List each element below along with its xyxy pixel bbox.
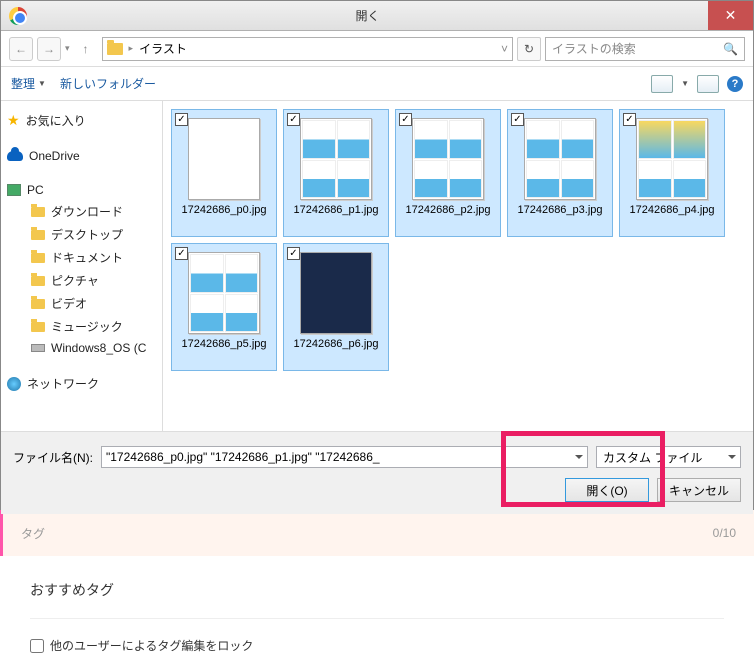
file-name: 17242686_p2.jpg	[405, 204, 490, 217]
file-name: 17242686_p4.jpg	[629, 204, 714, 217]
underlying-page: タグ 0/10 おすすめタグ 他のユーザーによるタグ編集をロック	[0, 510, 754, 670]
toolbar: 整理 ▼ 新しいフォルダー ▼ ?	[1, 67, 753, 101]
thumbnail	[636, 118, 708, 200]
sidebar-favorites[interactable]: ★ お気に入り	[5, 109, 158, 132]
search-box[interactable]: イラストの検索 🔍	[545, 37, 745, 61]
file-item[interactable]: ✓ 17242686_p6.jpg	[283, 243, 389, 371]
open-button[interactable]: 開く(O)	[565, 478, 649, 502]
thumbnail	[188, 252, 260, 334]
sidebar-onedrive[interactable]: OneDrive	[5, 146, 158, 166]
lock-tags-checkbox[interactable]: 他のユーザーによるタグ編集をロック	[30, 637, 724, 654]
new-folder-button[interactable]: 新しいフォルダー	[60, 75, 156, 92]
up-button[interactable]: ↑	[74, 37, 98, 61]
sidebar-item-desktop[interactable]: デスクトップ	[5, 223, 158, 246]
thumbnail	[188, 118, 260, 200]
file-grid[interactable]: ↖ ✓17242686_p0.jpg✓17242686_p1.jpg✓17242…	[163, 101, 753, 431]
refresh-button[interactable]: ↻	[517, 37, 541, 61]
sidebar-item-videos[interactable]: ビデオ	[5, 292, 158, 315]
preview-pane-button[interactable]	[697, 75, 719, 93]
search-placeholder: イラストの検索	[552, 40, 636, 57]
drive-icon	[31, 344, 45, 352]
titlebar: 開く ✕	[1, 1, 753, 31]
folder-icon	[31, 322, 45, 332]
tags-count: 0/10	[713, 526, 736, 540]
bottom-panel: ファイル名(N): カスタム ファイル 開く(O) キャンセル	[1, 431, 753, 514]
folder-icon	[107, 43, 123, 55]
filename-input[interactable]	[101, 446, 588, 468]
chrome-icon	[9, 7, 27, 25]
recent-dropdown-icon[interactable]: ▾	[65, 43, 70, 54]
path-dropdown-icon[interactable]: ˅	[501, 42, 508, 56]
pc-icon	[7, 184, 21, 196]
tags-bar: タグ 0/10	[0, 510, 754, 556]
thumbnail	[300, 118, 372, 200]
file-item[interactable]: ✓ 17242686_p4.jpg	[619, 109, 725, 237]
file-checkbox[interactable]: ✓	[175, 247, 188, 260]
file-checkbox[interactable]: ✓	[175, 113, 188, 126]
thumbnail	[300, 252, 372, 334]
file-name: 17242686_p3.jpg	[517, 204, 602, 217]
file-name: 17242686_p5.jpg	[181, 338, 266, 351]
folder-icon	[31, 253, 45, 263]
file-name: 17242686_p0.jpg	[181, 204, 266, 217]
sidebar-item-documents[interactable]: ドキュメント	[5, 246, 158, 269]
cancel-button[interactable]: キャンセル	[657, 478, 741, 502]
sidebar-item-drive-c[interactable]: Windows8_OS (C	[5, 338, 158, 358]
file-checkbox[interactable]: ✓	[287, 247, 300, 260]
file-item[interactable]: ✓ 17242686_p0.jpg	[171, 109, 277, 237]
sidebar: ★ お気に入り OneDrive PC ダウンロード デスクトップ ドキュメント…	[1, 101, 163, 431]
file-item[interactable]: ✓ 17242686_p2.jpg	[395, 109, 501, 237]
folder-icon	[31, 276, 45, 286]
forward-button[interactable]: →	[37, 37, 61, 61]
organize-button[interactable]: 整理 ▼	[11, 75, 46, 92]
file-name: 17242686_p6.jpg	[293, 338, 378, 351]
file-item[interactable]: ✓ 17242686_p1.jpg	[283, 109, 389, 237]
file-checkbox[interactable]: ✓	[511, 113, 524, 126]
sidebar-item-music[interactable]: ミュージック	[5, 315, 158, 338]
tags-label: タグ	[21, 525, 45, 542]
view-options-button[interactable]	[651, 75, 673, 93]
star-icon: ★	[7, 112, 20, 129]
path-folder: イラスト	[139, 40, 187, 57]
chevron-right-icon: ▸	[129, 43, 134, 54]
path-box[interactable]: ▸ イラスト ˅	[102, 37, 513, 61]
sidebar-pc[interactable]: PC	[5, 180, 158, 200]
sidebar-item-pictures[interactable]: ピクチャ	[5, 269, 158, 292]
chevron-down-icon: ▼	[38, 79, 46, 88]
chevron-down-icon[interactable]: ▼	[681, 79, 689, 88]
sidebar-network[interactable]: ネットワーク	[5, 372, 158, 395]
file-name: 17242686_p1.jpg	[293, 204, 378, 217]
help-icon[interactable]: ?	[727, 76, 743, 92]
folder-icon	[31, 299, 45, 309]
sidebar-item-downloads[interactable]: ダウンロード	[5, 200, 158, 223]
back-button[interactable]: ←	[9, 37, 33, 61]
nav-row: ← → ▾ ↑ ▸ イラスト ˅ ↻ イラストの検索 🔍	[1, 31, 753, 67]
recommend-tags-heading: おすすめタグ	[30, 570, 724, 606]
filetype-select[interactable]: カスタム ファイル	[596, 446, 741, 468]
file-checkbox[interactable]: ✓	[399, 113, 412, 126]
cloud-icon	[7, 151, 23, 161]
file-checkbox[interactable]: ✓	[287, 113, 300, 126]
file-open-dialog: 開く ✕ ← → ▾ ↑ ▸ イラスト ˅ ↻ イラストの検索 🔍 整理 ▼ 新…	[0, 0, 754, 510]
filename-label: ファイル名(N):	[13, 449, 93, 466]
close-button[interactable]: ✕	[708, 1, 753, 30]
file-item[interactable]: ✓ 17242686_p5.jpg	[171, 243, 277, 371]
search-icon: 🔍	[723, 42, 738, 56]
network-icon	[7, 377, 21, 391]
dialog-title: 開く	[27, 7, 708, 24]
thumbnail	[524, 118, 596, 200]
lock-checkbox-input[interactable]	[30, 639, 44, 653]
file-checkbox[interactable]: ✓	[623, 113, 636, 126]
file-item[interactable]: ✓ 17242686_p3.jpg	[507, 109, 613, 237]
folder-icon	[31, 207, 45, 217]
folder-icon	[31, 230, 45, 240]
thumbnail	[412, 118, 484, 200]
